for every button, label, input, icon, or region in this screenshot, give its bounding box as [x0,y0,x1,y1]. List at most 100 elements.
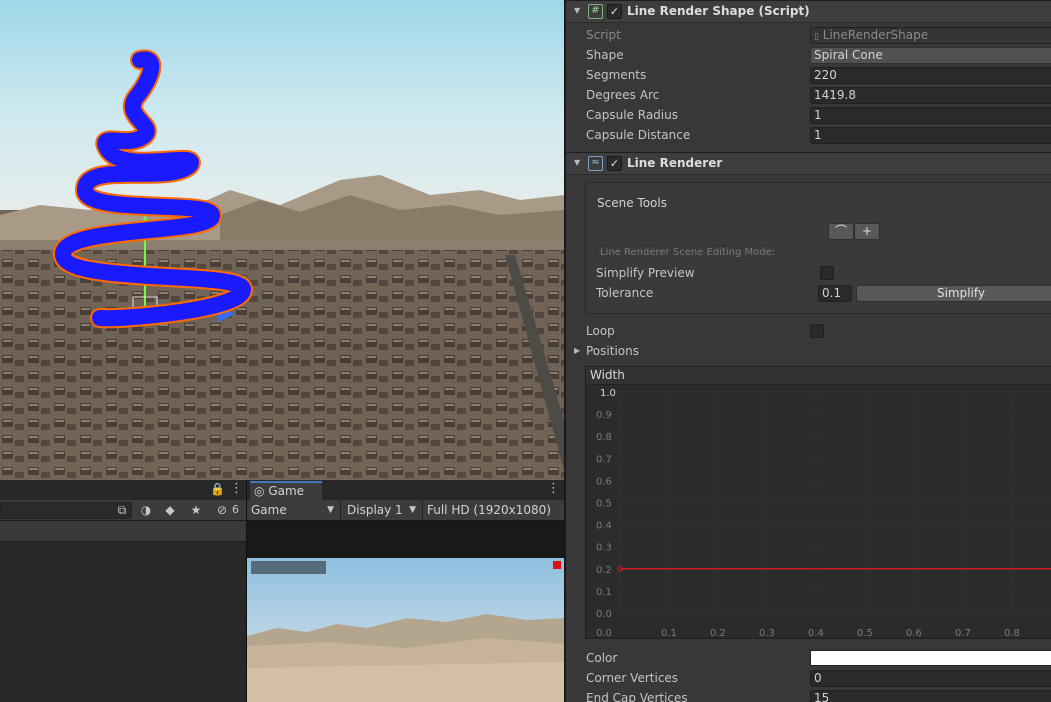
kebab-menu-icon[interactable]: ⋮ [230,481,243,496]
display-label: Display 1 [347,503,403,517]
degrees-arc-field[interactable]: 1419.8 [810,87,1051,104]
game-view-panel: ◎ Game ⋮ Game ▼ Display 1 ▼ Full HD (192… [247,480,564,702]
scene-view[interactable] [0,0,564,480]
line-renderer-icon: ≈ [588,156,603,171]
record-indicator-icon [553,561,561,569]
hierarchy-tab-bar: 🔒 ⋮ [0,480,246,501]
editing-mode-info: Line Renderer Scene Editing Mode: [595,245,1051,261]
color-label: Color [586,651,618,665]
game-toolbar: Game ▼ Display 1 ▼ Full HD (1920x1080) [247,500,564,521]
script-label: Script [586,28,621,42]
end-cap-vertices-label: End Cap Vertices [586,691,688,702]
script-file-icon: ▯ [814,32,819,42]
loop-label: Loop [586,324,615,338]
x-tick-label: 0.4 [808,628,824,638]
stats-overlay [251,561,326,574]
hidden-count: 6 [232,503,239,516]
script-field: ▯ LineRenderShape [810,27,1051,44]
game-mode-dropdown[interactable]: Game ▼ [247,500,341,520]
game-viewport[interactable] [247,558,564,702]
hierarchy-toolbar: ⧉ ◑ ◆ ★ ⊘ 6 [0,500,246,521]
y-tick-label: 1.0 [600,388,616,399]
gamepad-icon: ◎ [254,484,265,498]
y-tick-label: 0.9 [596,410,612,421]
x-tick-label: 0.0 [596,628,612,638]
segments-label: Segments [586,68,647,82]
simplify-preview-label: Simplify Preview [596,266,695,280]
hierarchy-panel: 🔒 ⋮ ⧉ ◑ ◆ ★ ⊘ 6 [0,480,247,702]
width-label: Width [586,367,1051,385]
kebab-menu-icon[interactable]: ⋮ [547,481,560,496]
x-tick-label: 0.7 [955,628,971,638]
x-tick-label: 0.8 [1004,628,1020,638]
create-points-button[interactable]: + [854,223,880,240]
shape-dropdown[interactable]: Spiral Cone [810,47,1051,64]
x-tick-label: 0.2 [710,628,726,638]
segments-field[interactable]: 220 [810,67,1051,84]
x-tick-label: 0.5 [857,628,873,638]
edit-points-button[interactable]: ⌒ [828,223,854,240]
label-tag-icon[interactable]: ◆ [160,502,180,518]
y-tick-label: 0.1 [596,587,612,598]
tolerance-field[interactable]: 0.1 [818,285,852,302]
capsule-radius-field[interactable]: 1 [810,107,1051,124]
simplify-button[interactable]: Simplify [856,285,1051,302]
game-tab-bar: ◎ Game ⋮ [247,480,564,500]
tab-game[interactable]: ◎ Game [250,481,322,500]
plus-icon: + [861,224,873,238]
hierarchy-subheader [0,521,246,542]
y-tick-label: 0.8 [596,432,612,443]
lock-icon[interactable]: 🔒 [210,482,225,496]
foldout-arrow-icon[interactable]: ▼ [574,158,580,167]
x-tick-label: 0.1 [661,628,677,638]
resolution-label: Full HD (1920x1080) [427,503,551,517]
y-tick-label: 0.0 [596,609,612,620]
corner-vertices-label: Corner Vertices [586,671,679,685]
y-tick-label: 0.4 [596,521,612,532]
loop-checkbox[interactable] [810,324,824,338]
capsule-distance-label: Capsule Distance [586,128,691,142]
y-tick-label: 0.7 [596,454,612,465]
game-mode-label: Game [251,503,287,517]
scene-viewport[interactable] [0,0,564,480]
degrees-arc-label: Degrees Arc [586,88,660,102]
search-scope-icon[interactable]: ⧉ [112,502,132,518]
component-title: Line Renderer [627,156,723,170]
foldout-arrow-icon[interactable]: ▼ [574,6,580,15]
width-curve-editor[interactable]: Width 1.0 0.9 0.8 0.7 0.6 0.5 0.4 0.3 0.2 0.1 0.0 0… [585,366,1051,639]
x-tick-label: 0.6 [906,628,922,638]
capsule-distance-field[interactable]: 1 [810,127,1051,144]
filter-by-type-icon[interactable]: ◑ [136,502,156,518]
corner-vertices-field[interactable]: 0 [810,670,1051,687]
width-curve-graph[interactable]: 1.0 0.9 0.8 0.7 0.6 0.5 0.4 0.3 0.2 0.1 0.0 0.0 0.1 0… [586,385,1051,638]
script-hash-icon: # [588,4,603,19]
chevron-down-icon: ▼ [327,505,334,515]
shape-label: Shape [586,48,624,62]
color-gradient-field[interactable] [810,650,1051,666]
tab-game-label: Game [268,484,305,498]
scene-tools-box: Scene Tools ⌒ + Line Renderer Scene Edit… [585,182,1051,314]
chevron-down-icon: ▼ [409,505,416,515]
positions-label[interactable]: Positions [586,344,639,358]
tolerance-label: Tolerance [596,286,654,300]
game-render [247,558,564,702]
y-tick-label: 0.6 [596,476,612,487]
script-value: LineRenderShape [822,28,929,42]
end-cap-vertices-field[interactable]: 15 [810,690,1051,702]
line-renderer-enabled-checkbox[interactable]: ✓ [607,156,622,171]
inspector-panel: ▼ # ✓ Line Render Shape (Script) Script … [565,0,1051,702]
resolution-dropdown[interactable]: Full HD (1920x1080) [423,500,564,520]
favorite-star-icon[interactable]: ★ [186,502,206,518]
line-render-shape-enabled-checkbox[interactable]: ✓ [607,4,622,19]
x-tick-label: 0.3 [759,628,775,638]
visibility-hidden-icon[interactable]: ⊘ [212,502,232,518]
edit-curve-icon: ⌒ [834,224,847,238]
capsule-radius-label: Capsule Radius [586,108,678,122]
line-render-shape-header[interactable]: ▼ # ✓ Line Render Shape (Script) [566,0,1051,23]
positions-foldout-icon[interactable]: ▶ [574,346,580,355]
display-dropdown[interactable]: Display 1 ▼ [343,500,423,520]
y-tick-label: 0.5 [596,499,612,510]
line-renderer-header[interactable]: ▼ ≈ ✓ Line Renderer [566,152,1051,175]
simplify-preview-checkbox[interactable] [820,266,834,280]
y-tick-label: 0.3 [596,543,612,554]
